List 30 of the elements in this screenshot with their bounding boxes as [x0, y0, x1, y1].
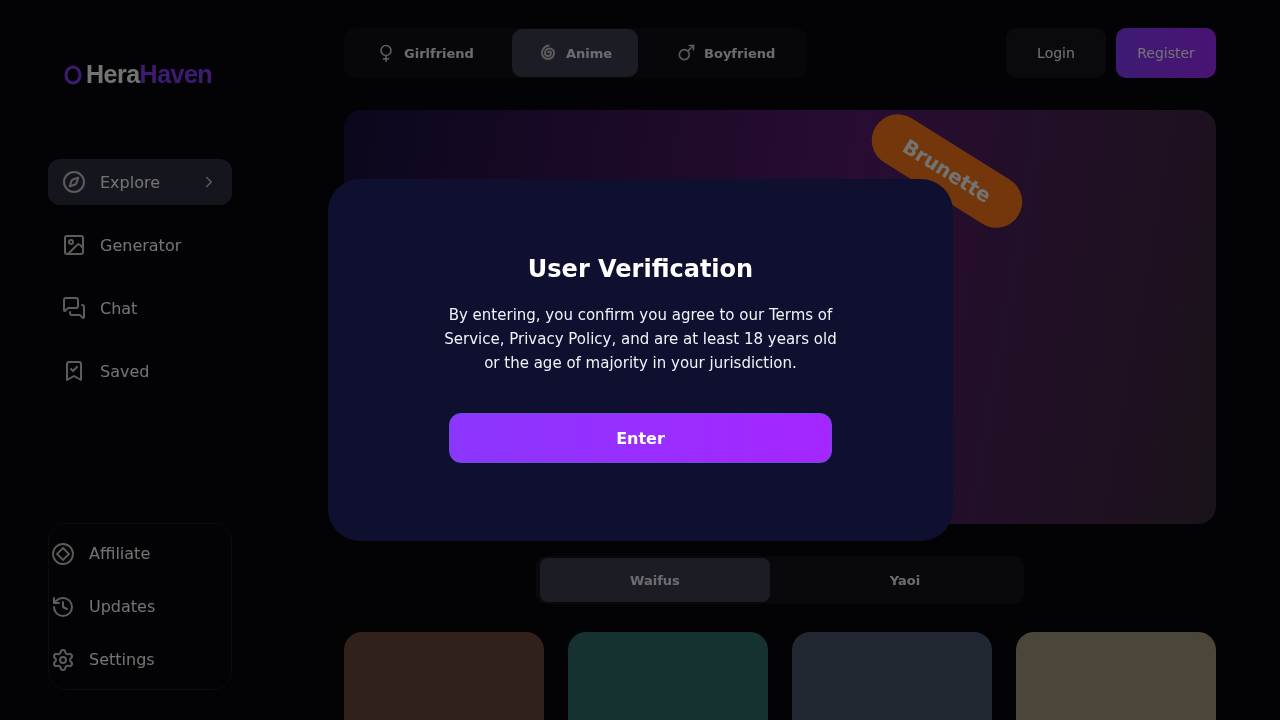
photo-placeholder[interactable]	[792, 632, 992, 720]
image-icon	[62, 233, 86, 257]
category-tab[interactable]: Boyfriend	[650, 29, 802, 77]
history-icon	[51, 594, 75, 619]
diamond-circle-icon	[51, 541, 75, 566]
sidebar-item[interactable]: Saved	[48, 348, 232, 394]
category-tab[interactable]: Girlfriend	[350, 29, 500, 77]
sidebar-item[interactable]: Explore	[48, 159, 232, 205]
sidebar-item[interactable]: Generator	[48, 222, 232, 268]
photo-placeholder[interactable]	[1016, 632, 1216, 720]
sidebar-item[interactable]: Affiliate	[51, 534, 231, 573]
login-button[interactable]: Login	[1006, 28, 1106, 78]
logo-wordmark[interactable]: HeraHaven	[48, 60, 232, 89]
settings-icon	[51, 647, 75, 672]
logo-ring-icon	[64, 64, 82, 85]
chat-icon	[62, 296, 86, 320]
dialog-text: By entering, you confirm you agree to our Terms of Service, Privacy Policy, and are at least 18 years old or the age of majority in your jurisdiction.	[443, 305, 838, 374]
enter-button[interactable]: Enter	[449, 413, 832, 463]
register-button[interactable]: Register	[1116, 28, 1216, 78]
compass-icon	[62, 170, 86, 194]
male-symbol-icon	[676, 43, 697, 63]
dialog-title: User Verification	[527, 255, 754, 283]
category-tab[interactable]: Anime	[511, 29, 639, 77]
sub-tab[interactable]: Waifus	[540, 558, 770, 602]
sidebar-item[interactable]: Settings	[51, 640, 231, 679]
sub-tab[interactable]: Yaoi	[790, 558, 1020, 602]
sidebar-item[interactable]: Chat	[48, 285, 232, 331]
sidebar-item[interactable]: Updates	[51, 587, 231, 626]
photo-placeholder[interactable]	[344, 632, 544, 720]
photo-placeholder[interactable]	[568, 632, 768, 720]
